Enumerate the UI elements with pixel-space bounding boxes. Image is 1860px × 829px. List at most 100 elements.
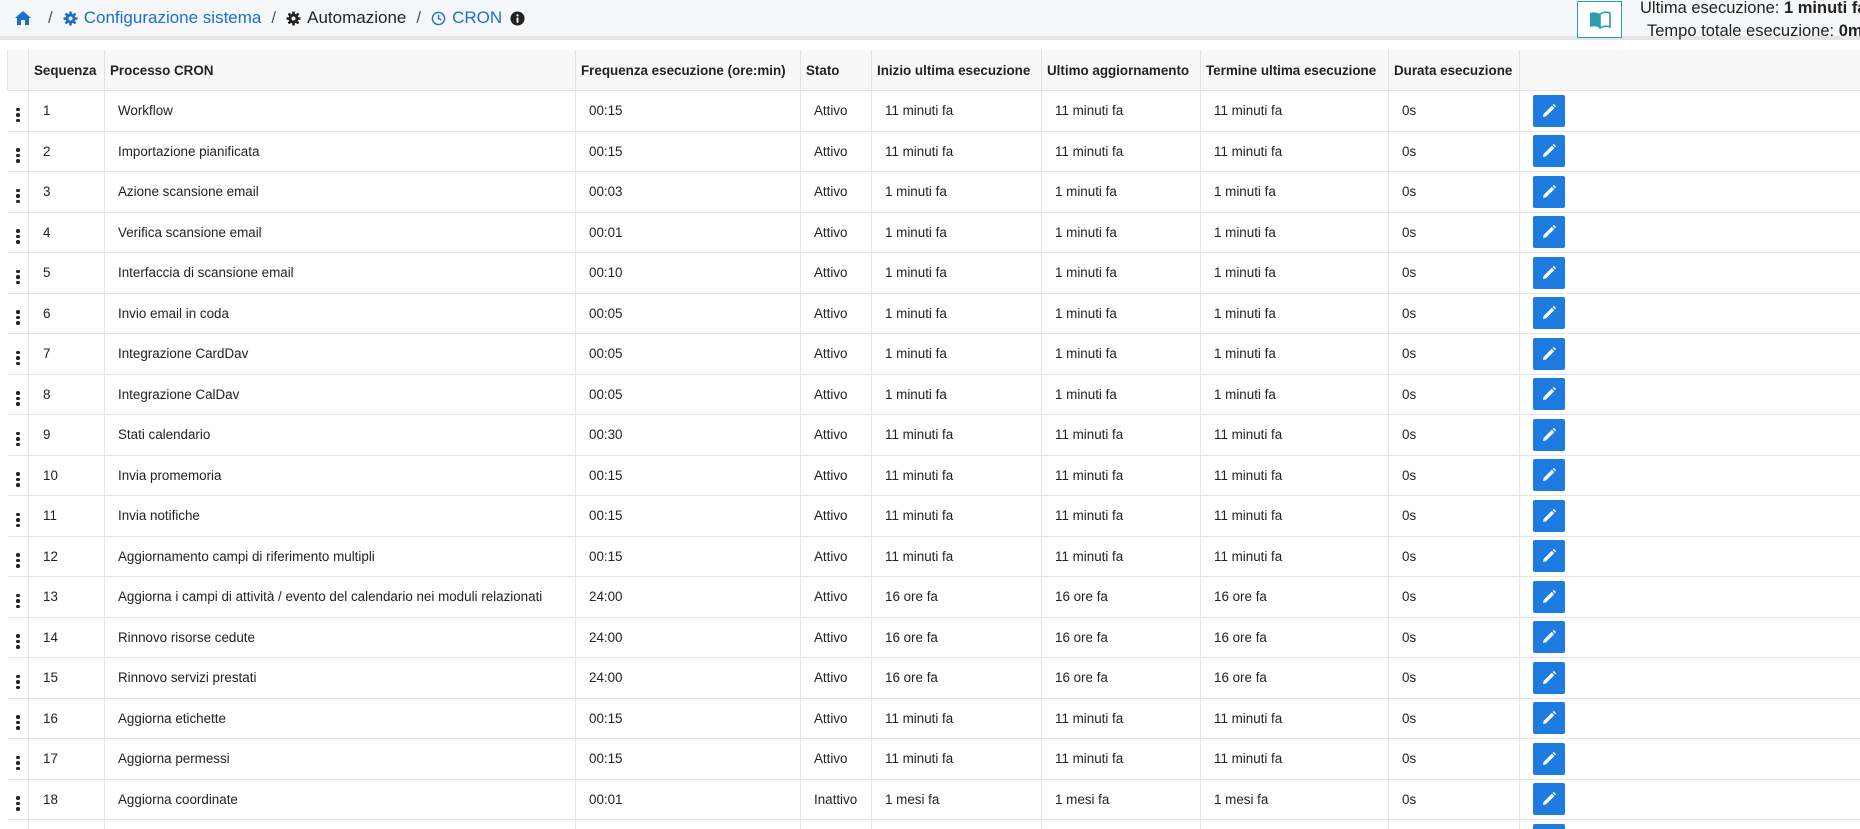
row-menu-cell (7, 779, 29, 820)
edit-button[interactable] (1533, 702, 1565, 735)
sequence-cell: 10 (28, 455, 105, 496)
actions-cell (1519, 333, 1860, 375)
kebab-menu-icon[interactable] (16, 634, 20, 649)
actions-cell (1519, 738, 1860, 780)
info-icon[interactable] (510, 10, 525, 26)
column-header[interactable]: Termine ultima esecuzione (1200, 50, 1389, 91)
edit-button[interactable] (1533, 540, 1565, 573)
edit-button[interactable] (1533, 256, 1565, 289)
kebab-menu-icon[interactable] (16, 472, 20, 487)
last-update-cell: 11 minuti fa (1041, 698, 1201, 739)
duration-cell: 0s (1388, 374, 1520, 415)
last-update-cell: 11 minuti fa (1041, 738, 1201, 780)
home-link[interactable] (14, 10, 38, 26)
last-start-cell: 1 minuti fa (871, 252, 1042, 294)
last-end-cell: 11 minuti fa (1200, 131, 1389, 172)
column-header[interactable]: Processo CRON (104, 50, 576, 91)
last-end-cell: 1 mesi fa (1200, 779, 1389, 820)
frequency-cell: 00:01 (575, 212, 801, 253)
edit-button[interactable] (1533, 378, 1565, 411)
last-start-cell: 1 mesi fa (871, 779, 1042, 820)
kebab-menu-icon[interactable] (16, 269, 20, 285)
last-start-cell: 1 minuti fa (871, 171, 1042, 213)
kebab-menu-icon[interactable] (16, 431, 20, 447)
frequency-cell: 00:15 (575, 536, 801, 577)
kebab-menu-icon[interactable] (16, 391, 20, 406)
edit-button[interactable] (1533, 418, 1565, 451)
status-cell: Attivo (800, 333, 872, 375)
last-end-cell: 16 ore fa (1200, 657, 1389, 699)
duration-cell: 0s (1388, 657, 1520, 699)
process-name-cell: Interfaccia di scansione email (104, 252, 576, 294)
edit-button[interactable] (1533, 661, 1565, 694)
breadcrumb-cron[interactable]: CRON (431, 8, 502, 28)
edit-button[interactable] (1533, 94, 1565, 127)
clock-icon (431, 11, 446, 25)
sequence-cell: 15 (28, 657, 105, 699)
kebab-menu-icon[interactable] (16, 512, 20, 528)
table-row: 3 Azione scansione email 00:03 Attivo 1 … (7, 171, 1860, 213)
edit-button[interactable] (1533, 580, 1565, 613)
kebab-menu-icon[interactable] (16, 148, 20, 163)
column-header[interactable]: Frequenza esecuzione (ore:min) (575, 50, 801, 91)
edit-button[interactable] (1533, 823, 1565, 829)
pencil-icon (1543, 549, 1556, 563)
kebab-menu-icon[interactable] (16, 755, 20, 771)
edit-button[interactable] (1533, 621, 1565, 654)
process-name-cell: Invia notifiche (104, 495, 576, 537)
cogs-icon (286, 10, 301, 26)
last-end-cell: 1 minuti fa (1200, 252, 1389, 294)
column-header[interactable]: Stato (800, 50, 872, 91)
column-header[interactable]: Ultimo aggiornamento (1041, 50, 1201, 91)
last-end-cell: 16 ore fa (1200, 576, 1389, 618)
pencil-icon (1543, 225, 1556, 239)
column-header[interactable]: Durata esecuzione (1388, 50, 1520, 91)
edit-button[interactable] (1533, 175, 1565, 208)
duration-cell: 0s (1388, 698, 1520, 739)
last-update-cell: 1 minuti fa (1041, 212, 1201, 253)
kebab-menu-icon[interactable] (16, 229, 20, 244)
kebab-menu-icon[interactable] (16, 107, 20, 123)
kebab-menu-icon[interactable] (16, 715, 20, 730)
documentation-button[interactable] (1577, 1, 1622, 38)
kebab-menu-icon[interactable] (16, 188, 20, 204)
last-end-cell: 11 minuti fa (1200, 90, 1389, 132)
last-update-cell: 16 ore fa (1041, 576, 1201, 618)
last-end-cell: 11 minuti fa (1200, 738, 1389, 780)
edit-button[interactable] (1533, 742, 1565, 775)
edit-button[interactable] (1533, 216, 1565, 249)
edit-button[interactable] (1533, 135, 1565, 168)
actions-cell (1519, 212, 1860, 253)
kebab-menu-icon[interactable] (16, 553, 20, 568)
status-cell: Attivo (800, 576, 872, 618)
last-update-cell: 11 minuti fa (1041, 536, 1201, 577)
last-start-cell: 16 ore fa (871, 657, 1042, 699)
kebab-menu-icon[interactable] (16, 593, 20, 609)
edit-button[interactable] (1533, 337, 1565, 370)
table-row: 4 Verifica scansione email 00:01 Attivo … (7, 212, 1860, 253)
edit-button[interactable] (1533, 297, 1565, 330)
last-start-cell: 11 minuti fa (871, 455, 1042, 496)
kebab-menu-icon[interactable] (16, 310, 20, 325)
last-end-cell: 11 minuti fa (1200, 495, 1389, 537)
gear-icon (63, 10, 78, 26)
last-start-cell: 11 minuti fa (871, 738, 1042, 780)
last-execution-label: Ultima esecuzione: (1640, 0, 1780, 17)
edit-button[interactable] (1533, 499, 1565, 532)
kebab-menu-icon[interactable] (16, 796, 20, 811)
edit-button[interactable] (1533, 459, 1565, 492)
execution-info: Ultima esecuzione: 1 minuti fa Tempo tot… (1640, 0, 1860, 43)
kebab-menu-icon[interactable] (16, 350, 20, 366)
breadcrumb-system-config[interactable]: Configurazione sistema (63, 8, 261, 28)
kebab-menu-icon[interactable] (16, 674, 20, 690)
table-row: 5 Interfaccia di scansione email 00:10 A… (7, 252, 1860, 294)
edit-button[interactable] (1533, 783, 1565, 816)
row-menu-cell (7, 738, 29, 780)
cron-table-container: Sequenza Processo CRON Frequenza esecuzi… (7, 50, 1860, 829)
column-header[interactable]: Inizio ultima esecuzione (871, 50, 1042, 91)
pencil-icon (1543, 184, 1556, 198)
process-name-cell: Rinnovo servizi prestati (104, 657, 576, 699)
table-row: 18 Aggiorna coordinate 00:01 Inattivo 1 … (7, 779, 1860, 820)
row-menu-cell (7, 333, 29, 375)
column-header[interactable]: Sequenza (28, 50, 105, 91)
